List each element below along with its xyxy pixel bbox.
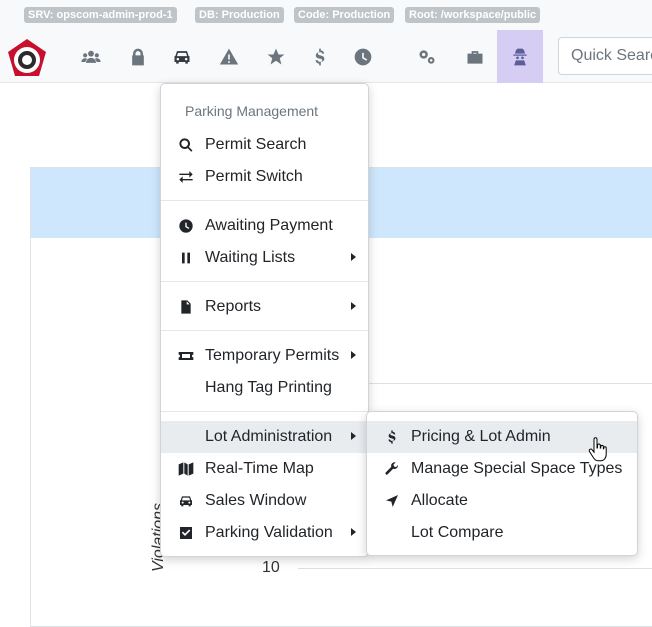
menu-item-label: Awaiting Payment — [205, 217, 333, 234]
menu-divider — [161, 200, 368, 201]
ticket-icon — [176, 346, 196, 366]
menu-divider — [161, 330, 368, 331]
menu-item-waiting-lists[interactable]: Waiting Lists — [161, 242, 368, 274]
menu-item-parking-validation[interactable]: Parking Validation — [161, 517, 368, 549]
submenu-caret-icon — [351, 351, 356, 359]
car-icon[interactable] — [159, 30, 205, 83]
logo[interactable] — [4, 38, 50, 78]
menu-item-temporary-permits[interactable]: Temporary Permits — [161, 340, 368, 372]
menu-item-label: Reports — [205, 298, 262, 315]
menu-item-lot-administration[interactable]: Lot Administration — [161, 421, 368, 453]
submenu-item-label: Allocate — [411, 492, 468, 509]
menu-item-label: Real-Time Map — [205, 460, 314, 477]
clock-icon[interactable] — [340, 30, 386, 83]
env-badge-server: SRV: opscom-admin-prod-1 — [24, 7, 177, 23]
menu-item-label: Permit Search — [205, 136, 307, 153]
env-badge-root: Root: /workspace/public — [405, 7, 541, 23]
menu-item-label: Temporary Permits — [205, 347, 340, 364]
env-badge-code: Code: Production — [294, 7, 395, 23]
menu-item-reports[interactable]: Reports — [161, 291, 368, 323]
search-icon — [176, 135, 196, 155]
menu-item-sales-window[interactable]: Sales Window — [161, 485, 368, 517]
menu-item-hang-tag-printing[interactable]: Hang Tag Printing — [161, 372, 368, 404]
submenu-caret-icon — [351, 302, 356, 310]
exchange-icon — [176, 167, 196, 187]
menu-item-awaiting-payment[interactable]: Awaiting Payment — [161, 210, 368, 242]
wrench-icon — [382, 459, 402, 479]
map-icon — [176, 459, 196, 479]
quick-search-placeholder: Quick Search — [571, 47, 652, 64]
submenu-item-label: Pricing & Lot Admin — [411, 428, 551, 445]
toolbox-icon[interactable] — [452, 30, 498, 83]
submenu-caret-icon — [351, 253, 356, 261]
menu-item-label: Lot Administration — [205, 428, 333, 445]
clock-icon — [176, 216, 196, 236]
chart-gridline — [298, 568, 652, 569]
menu-divider — [161, 411, 368, 412]
parking-management-menu: Parking Management Permit Search Permit … — [160, 83, 369, 557]
user-secret-icon[interactable] — [497, 30, 543, 83]
menu-item-label: Parking Validation — [205, 524, 333, 541]
submenu-item-lot-compare[interactable]: Lot Compare — [367, 517, 637, 549]
submenu-item-label: Lot Compare — [411, 524, 504, 541]
menu-item-label: Waiting Lists — [205, 249, 296, 266]
location-arrow-icon — [382, 491, 402, 511]
pause-icon — [176, 248, 196, 268]
warning-icon[interactable] — [206, 30, 252, 83]
menu-item-label: Hang Tag Printing — [205, 379, 332, 396]
users-icon[interactable] — [68, 30, 114, 83]
env-badge-db: DB: Production — [195, 7, 284, 23]
menu-item-real-time-map[interactable]: Real-Time Map — [161, 453, 368, 485]
dollar-icon[interactable] — [297, 30, 343, 83]
menu-item-permit-switch[interactable]: Permit Switch — [161, 161, 368, 193]
hand-pointer-cursor-icon — [588, 437, 608, 463]
menu-divider — [161, 281, 368, 282]
environment-bar: SRV: opscom-admin-prod-1 DB: Production … — [0, 0, 652, 30]
lot-administration-submenu: Pricing & Lot Admin Manage Special Space… — [366, 411, 638, 556]
submenu-caret-icon — [351, 528, 356, 536]
car-icon — [176, 491, 196, 511]
main-navbar: Quick Search — [0, 30, 652, 83]
file-icon — [176, 297, 196, 317]
menu-item-permit-search[interactable]: Permit Search — [161, 129, 368, 161]
lock-icon[interactable] — [115, 30, 161, 83]
check-square-icon — [176, 523, 196, 543]
dollar-icon — [382, 427, 402, 447]
star-icon[interactable] — [253, 30, 299, 83]
submenu-item-allocate[interactable]: Allocate — [367, 485, 637, 517]
submenu-caret-icon — [351, 432, 356, 440]
menu-item-label: Sales Window — [205, 492, 307, 509]
cogs-icon[interactable] — [404, 30, 450, 83]
y-axis-tick: 10 — [262, 559, 280, 576]
menu-header: Parking Management — [185, 103, 319, 119]
menu-item-label: Permit Switch — [205, 168, 303, 185]
quick-search-input[interactable]: Quick Search — [558, 37, 652, 75]
